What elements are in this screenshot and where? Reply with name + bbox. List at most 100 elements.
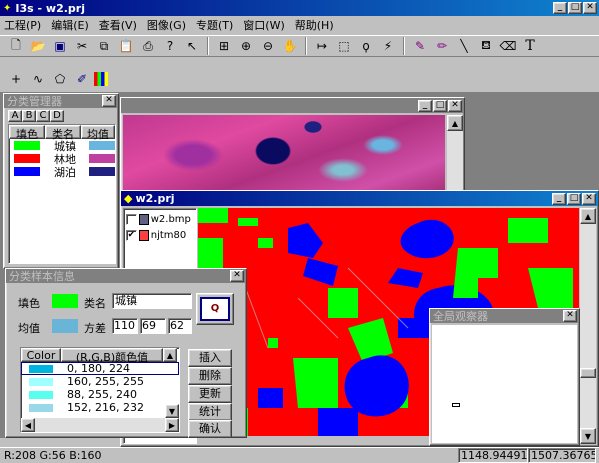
table-hscrollbar[interactable]: ◀ ▶ (21, 418, 179, 432)
project-maximize-button[interactable]: □ (567, 193, 581, 205)
cut-icon[interactable]: ✂ (72, 36, 92, 56)
scroll-thumb[interactable] (580, 368, 596, 378)
magic-wand-icon[interactable]: ⚡ (378, 36, 398, 56)
sample-row[interactable]: 88, 255, 240 (21, 388, 179, 401)
eraser-icon[interactable]: ⌫ (498, 36, 518, 56)
tab-a[interactable]: A (8, 110, 22, 122)
print-icon[interactable]: ⎙ (138, 36, 158, 56)
fill-swatch[interactable] (52, 294, 78, 308)
copy-icon[interactable]: ⧉ (94, 36, 114, 56)
overview-canvas[interactable] (432, 325, 577, 443)
rect-select-icon[interactable]: ⬚ (334, 36, 354, 56)
image-vscrollbar[interactable]: ▲ (447, 115, 463, 199)
image-maximize-button[interactable]: □ (433, 100, 447, 112)
menu-image[interactable]: 图像(G) (147, 17, 186, 33)
variance-g-input[interactable]: 69 (140, 318, 166, 334)
image-close-button[interactable]: ✕ (448, 100, 462, 112)
zoom-sample-icon[interactable]: Q (196, 293, 234, 325)
eyedropper-icon[interactable]: ✎ (410, 36, 430, 56)
select-point-icon[interactable]: ↦ (312, 36, 332, 56)
sample-dialog-close-button[interactable]: ✕ (230, 270, 244, 282)
scroll-down-arrow[interactable]: ▼ (580, 428, 596, 444)
fill-icon[interactable]: ⛾ (476, 36, 496, 56)
table-scroll-up-arrow[interactable]: ▲ (163, 348, 177, 362)
zoomin-icon[interactable]: ⊕ (236, 36, 256, 56)
sample-row[interactable]: 160, 255, 255 (21, 375, 179, 388)
edit-icon[interactable]: ✐ (72, 69, 92, 89)
line-icon[interactable]: ╲ (454, 36, 474, 56)
tab-b[interactable]: B (22, 110, 36, 122)
sample-color-swatch (29, 377, 53, 386)
sample-row[interactable]: 152, 216, 232 (21, 401, 179, 414)
image-window-titlebar: _ □ ✕ (121, 98, 464, 113)
layer-item[interactable]: ✔ njtm80 (124, 227, 196, 243)
help-icon[interactable]: ? (160, 36, 180, 56)
scroll-right-arrow[interactable]: ▶ (165, 418, 179, 432)
layer-checkbox[interactable] (126, 213, 137, 225)
status-coord-y: 1507.36765( (528, 448, 596, 463)
tab-c[interactable]: C (36, 110, 50, 122)
layer-item[interactable]: w2.bmp (124, 211, 196, 227)
paste-icon[interactable]: 📋 (116, 36, 136, 56)
polygon-icon[interactable]: ⬠ (50, 69, 70, 89)
menu-help[interactable]: 帮助(H) (295, 17, 334, 33)
zoomout-icon[interactable]: ⊖ (258, 36, 278, 56)
palette-icon[interactable] (94, 72, 108, 86)
sample-table-header: Color (R,G,B)颜色值 ▲ (21, 348, 179, 364)
pan-icon[interactable]: ✋ (280, 36, 300, 56)
image-minimize-button[interactable]: _ (418, 100, 432, 112)
polyline-icon[interactable]: ∿ (28, 69, 48, 89)
project-vscrollbar[interactable]: ▲ ▼ (580, 208, 596, 444)
menu-window[interactable]: 窗口(W) (243, 17, 284, 33)
overview-close-button[interactable]: ✕ (563, 310, 577, 322)
table-scroll-down-arrow[interactable]: ▼ (165, 404, 179, 418)
scroll-up-arrow[interactable]: ▲ (447, 115, 463, 131)
status-rgb: R:208 G:56 B:160 (4, 449, 102, 462)
variance-b-input[interactable]: 62 (168, 318, 192, 334)
main-toolbar: 🗋 📂 ▣ ✂ ⧉ 📋 ⎙ ? ↖ ⊞ ⊕ ⊖ ✋ ↦ ⬚ ϙ ⚡ ✎ ✏ ╲ … (0, 35, 599, 57)
delete-button[interactable]: 删除 (188, 367, 232, 385)
scroll-up-arrow[interactable]: ▲ (580, 208, 596, 224)
lasso-icon[interactable]: ϙ (356, 36, 376, 56)
layer-checkbox[interactable]: ✔ (126, 229, 137, 241)
minimize-button[interactable]: _ (553, 2, 567, 14)
update-button[interactable]: 更新 (188, 385, 232, 403)
drawing-toolbar: + ∿ ⬠ ✐ (0, 68, 140, 90)
tab-d[interactable]: D (50, 110, 64, 122)
new-icon[interactable]: 🗋 (6, 36, 26, 56)
class-tabs: A B C D (8, 110, 118, 122)
sample-dialog-titlebar: 分类样本信息 ✕ (6, 269, 246, 283)
satellite-image[interactable] (123, 115, 445, 199)
menu-view[interactable]: 查看(V) (99, 17, 137, 33)
pencil-icon[interactable]: ✏ (432, 36, 452, 56)
app-icon: ✦ (3, 2, 12, 14)
statistics-button[interactable]: 统计 (188, 403, 232, 421)
maximize-button[interactable]: □ (568, 2, 582, 14)
text-icon[interactable]: T (520, 36, 540, 56)
toolbar-separator (403, 37, 405, 55)
sample-row[interactable]: 0, 180, 224 (21, 362, 179, 375)
project-minimize-button[interactable]: _ (552, 193, 566, 205)
point-icon[interactable]: + (6, 69, 26, 89)
close-button[interactable]: ✕ (583, 2, 597, 14)
open-icon[interactable]: 📂 (28, 36, 48, 56)
class-row[interactable]: 湖泊 (9, 165, 115, 179)
confirm-button[interactable]: 确认 (188, 420, 232, 438)
class-manager-close-button[interactable]: ✕ (102, 95, 116, 107)
fullextent-icon[interactable]: ⊞ (214, 36, 234, 56)
pointer-icon[interactable]: ↖ (182, 36, 202, 56)
save-icon[interactable]: ▣ (50, 36, 70, 56)
menu-project[interactable]: 工程(P) (4, 17, 41, 33)
project-close-button[interactable]: ✕ (582, 193, 596, 205)
sample-color-swatch (29, 403, 53, 412)
menu-thematic[interactable]: 专题(T) (196, 17, 233, 33)
overview-viewport-marker[interactable] (452, 403, 460, 407)
overview-titlebar: 全局观察器 ✕ (430, 309, 579, 323)
menu-edit[interactable]: 编辑(E) (51, 17, 89, 33)
classname-input[interactable]: 城镇 (112, 293, 192, 309)
insert-button[interactable]: 插入 (188, 349, 232, 367)
class-fill-swatch (14, 141, 40, 150)
layer-icon (138, 213, 149, 225)
scroll-left-arrow[interactable]: ◀ (21, 418, 35, 432)
variance-r-input[interactable]: 110 (112, 318, 138, 334)
